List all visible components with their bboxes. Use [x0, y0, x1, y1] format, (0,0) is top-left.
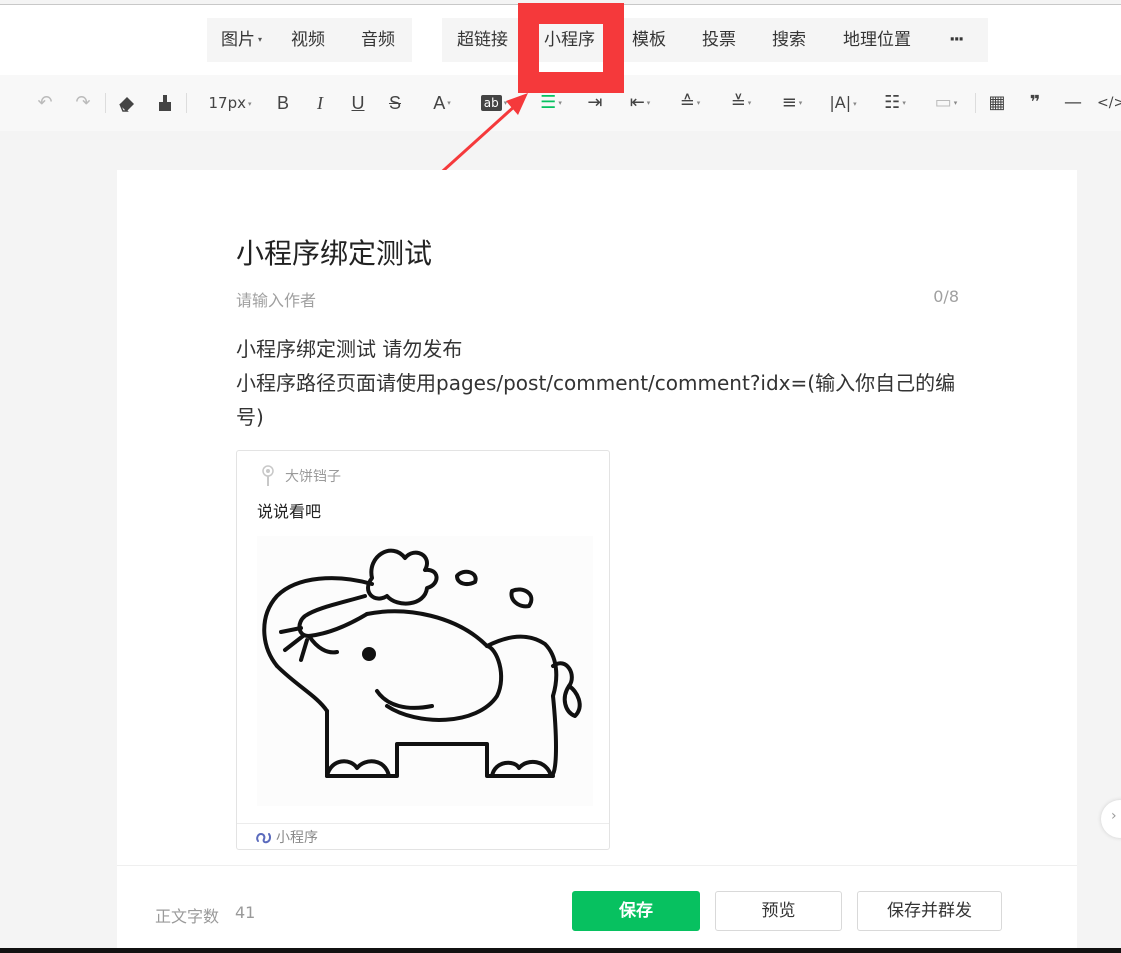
insert-image-button[interactable]: 图片 ▾ [221, 18, 262, 62]
italic-icon[interactable]: I [309, 87, 331, 119]
insert-image-label: 图片 [221, 30, 255, 50]
miniprogram-name: 大饼铛子 [285, 469, 341, 485]
author-char-count: 0/8 [933, 287, 959, 306]
word-count-label: 正文字数 [155, 907, 220, 926]
miniprogram-description: 说说看吧 [257, 502, 322, 521]
paragraph-spacing-after-icon[interactable]: ≚ ▾ [721, 87, 761, 119]
toolbar-divider [975, 93, 976, 113]
paragraph-spacing-before-icon[interactable]: ≙ ▾ [670, 87, 710, 119]
miniprogram-footer-label: 小程序 [276, 830, 318, 846]
insert-hyperlink-button[interactable]: 超链接 [457, 18, 508, 62]
miniprogram-cover-image [257, 536, 593, 806]
editor-card: 小程序绑定测试 请输入作者 0/8 小程序绑定测试 请勿发布 小程序路径页面请使… [117, 170, 1077, 953]
format-toolbar: ↶ ↷ 17px ▾ B I U S A ▾ ab ▾ ☰ ▾ ⇥ ⇤ ▾ ≙ ▾ ≚ ▾ ≡… [0, 75, 1121, 131]
toolbar-divider [186, 93, 187, 113]
miniprogram-header: 大饼铛子 [261, 465, 341, 487]
miniprogram-link-icon [256, 832, 272, 844]
word-count-value: 41 [235, 903, 256, 922]
insert-template-button[interactable]: 模板 [632, 18, 666, 62]
quote-icon[interactable]: ❞ [1023, 87, 1047, 119]
chevron-down-icon: ▾ [798, 99, 803, 107]
editor-footer: 正文字数 41 保存 预览 保存并群发 [117, 865, 1077, 953]
save-and-mass-send-button[interactable]: 保存并群发 [857, 891, 1002, 931]
insert-miniprogram-button[interactable]: 小程序 [544, 18, 595, 62]
indent-icon[interactable]: ⇥ [582, 87, 608, 119]
underline-icon[interactable]: U [347, 87, 369, 119]
table-icon[interactable]: ▦ [985, 87, 1009, 119]
eraser-icon[interactable] [115, 87, 139, 119]
line-height-icon[interactable]: ≡ ▾ [772, 87, 812, 119]
miniprogram-avatar-icon [262, 465, 274, 486]
side-toggle-button[interactable]: › [1101, 800, 1121, 838]
chevron-down-icon: ▾ [747, 99, 752, 107]
list-icon[interactable]: ☷ ▾ [875, 87, 915, 119]
more-button[interactable]: ··· [949, 18, 964, 62]
border-icon[interactable]: ▭ ▾ [926, 87, 966, 119]
author-input[interactable]: 请输入作者 [236, 287, 316, 311]
miniprogram-footer: 小程序 [237, 823, 609, 850]
bold-icon[interactable]: B [272, 87, 294, 119]
chevron-down-icon: ▾ [558, 99, 562, 107]
divider-icon[interactable]: — [1061, 87, 1085, 119]
save-button[interactable]: 保存 [572, 891, 700, 931]
insert-search-button[interactable]: 搜索 [772, 18, 806, 62]
insert-menu-bar: 图片 ▾ 视频 音频 超链接 小程序 模板 投票 搜索 地理位置 ··· [0, 5, 1121, 75]
insert-audio-button[interactable]: 音频 [361, 18, 395, 62]
toolbar-divider [105, 93, 106, 113]
miniprogram-card[interactable]: 大饼铛子 说说看吧 小程序 [236, 450, 610, 850]
insert-video-button[interactable]: 视频 [291, 18, 325, 62]
chevron-down-icon: ▾ [247, 99, 252, 108]
code-icon[interactable]: </> [1097, 87, 1121, 119]
article-body-editor[interactable]: 小程序绑定测试 请勿发布 小程序路径页面请使用pages/post/commen… [236, 332, 966, 434]
chevron-down-icon: ▾ [953, 99, 958, 107]
body-paragraph: 小程序路径页面请使用pages/post/comment/comment?idx… [236, 371, 956, 429]
body-paragraph: 小程序绑定测试 请勿发布 [236, 337, 463, 361]
undo-icon[interactable]: ↶ [33, 87, 57, 119]
insert-vote-button[interactable]: 投票 [702, 18, 736, 62]
media-insert-group: 图片 ▾ 视频 音频 [207, 18, 412, 62]
redo-icon[interactable]: ↷ [71, 87, 95, 119]
chevron-down-icon: ▾ [258, 35, 263, 44]
chevron-down-icon: ▾ [853, 99, 857, 108]
outdent-icon[interactable]: ⇤ ▾ [620, 87, 660, 119]
insert-location-button[interactable]: 地理位置 [843, 18, 911, 62]
preview-button[interactable]: 预览 [715, 891, 842, 931]
font-size-select[interactable]: 17px ▾ [200, 87, 260, 119]
elephant-drawing-icon [262, 548, 582, 778]
letter-spacing-icon[interactable]: |A| ▾ [823, 87, 863, 119]
content-insert-group: 超链接 小程序 模板 投票 搜索 地理位置 ··· [442, 18, 988, 62]
chevron-down-icon: ▾ [696, 99, 701, 107]
article-title-input[interactable]: 小程序绑定测试 [236, 232, 432, 272]
bottom-edge [0, 948, 1121, 953]
strikethrough-icon[interactable]: S [384, 87, 406, 119]
font-size-value: 17px [208, 94, 246, 112]
format-painter-icon[interactable] [153, 87, 177, 119]
chevron-down-icon: ▾ [902, 99, 906, 107]
chevron-down-icon: ▾ [646, 99, 651, 107]
chevron-right-icon: › [1111, 808, 1117, 824]
